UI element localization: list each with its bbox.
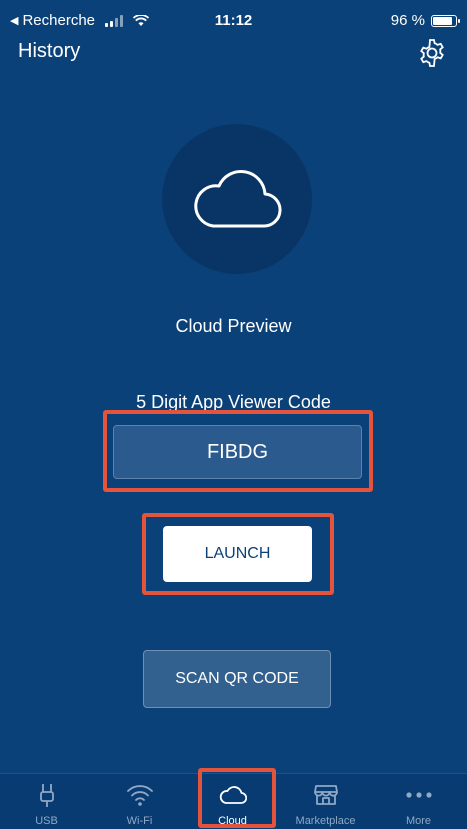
tab-usb[interactable]: USB [0, 774, 93, 829]
tab-marketplace[interactable]: Marketplace [279, 774, 372, 829]
cloud-preview-title: Cloud Preview [175, 316, 292, 336]
cloud-tab-highlight [198, 768, 276, 828]
cloud-preview-badge [162, 124, 312, 274]
tab-wifi[interactable]: Wi-Fi [93, 774, 186, 829]
launch-button[interactable]: LAUNCH [163, 526, 312, 582]
usb-icon [39, 784, 54, 807]
cloud-icon [194, 169, 282, 228]
status-battery: 96 % [390, 12, 460, 29]
wifi-icon [126, 785, 153, 806]
scan-qr-code-button[interactable]: SCAN QR CODE [143, 650, 331, 708]
store-icon [313, 785, 338, 805]
status-bar: ◀ Recherche 11:12 96 % [0, 0, 467, 36]
tab-wifi-label: Wi-Fi [126, 815, 153, 827]
tab-more[interactable]: More [372, 774, 465, 829]
more-icon [405, 792, 432, 798]
history-link[interactable]: History [18, 40, 80, 63]
battery-icon [431, 14, 460, 27]
tab-marketplace-label: Marketplace [295, 815, 356, 827]
tab-usb-label: USB [35, 815, 58, 827]
battery-fill [433, 16, 452, 25]
viewer-code-field[interactable]: FIBDG [113, 425, 362, 479]
tab-more-label: More [405, 815, 432, 827]
battery-percent: 96 % [390, 12, 425, 29]
gear-icon[interactable] [417, 38, 447, 68]
